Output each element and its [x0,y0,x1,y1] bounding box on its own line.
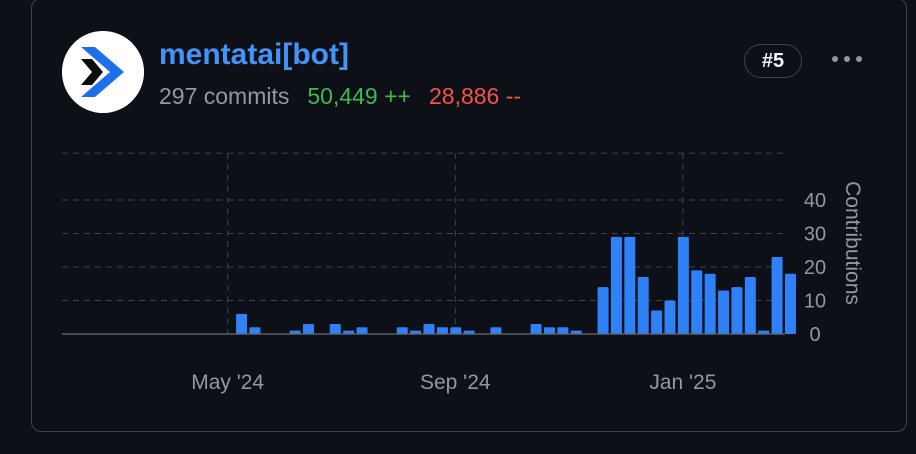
bar [329,323,341,334]
x-tick-label: Jan '25 [649,371,716,394]
bar [544,327,555,334]
bar [303,323,314,334]
bar [423,323,435,334]
y-tick-label: 40 [804,190,826,212]
bar [744,277,756,334]
bar [597,287,609,334]
bar [436,327,448,334]
x-tick-label: May '24 [191,371,264,394]
bar [637,277,649,334]
y-axis-title: Contributions [841,181,864,305]
bar [610,236,622,334]
bar [356,327,368,334]
bar [771,256,783,334]
bar [704,273,716,334]
bar [731,287,743,334]
y-tick-label: 30 [804,224,826,246]
bar [624,236,636,334]
bar [490,327,502,334]
bar [651,310,663,334]
bar [677,236,689,334]
bar [530,323,542,334]
y-tick-label: 20 [804,257,826,279]
y-tick-label: 10 [804,291,826,313]
bar [557,327,569,334]
bar [249,327,261,334]
bar [785,273,796,334]
bar [691,270,703,334]
bar [396,327,408,334]
bar [450,327,462,334]
x-tick-label: Sep '24 [420,371,491,394]
bar [718,290,730,334]
contributions-chart: 0 10 20 30 40 May '24 Sep '24 Jan '25 Contributi… [62,152,864,394]
bar [236,313,248,334]
bar [664,300,676,334]
y-tick-label: 0 [809,324,820,346]
